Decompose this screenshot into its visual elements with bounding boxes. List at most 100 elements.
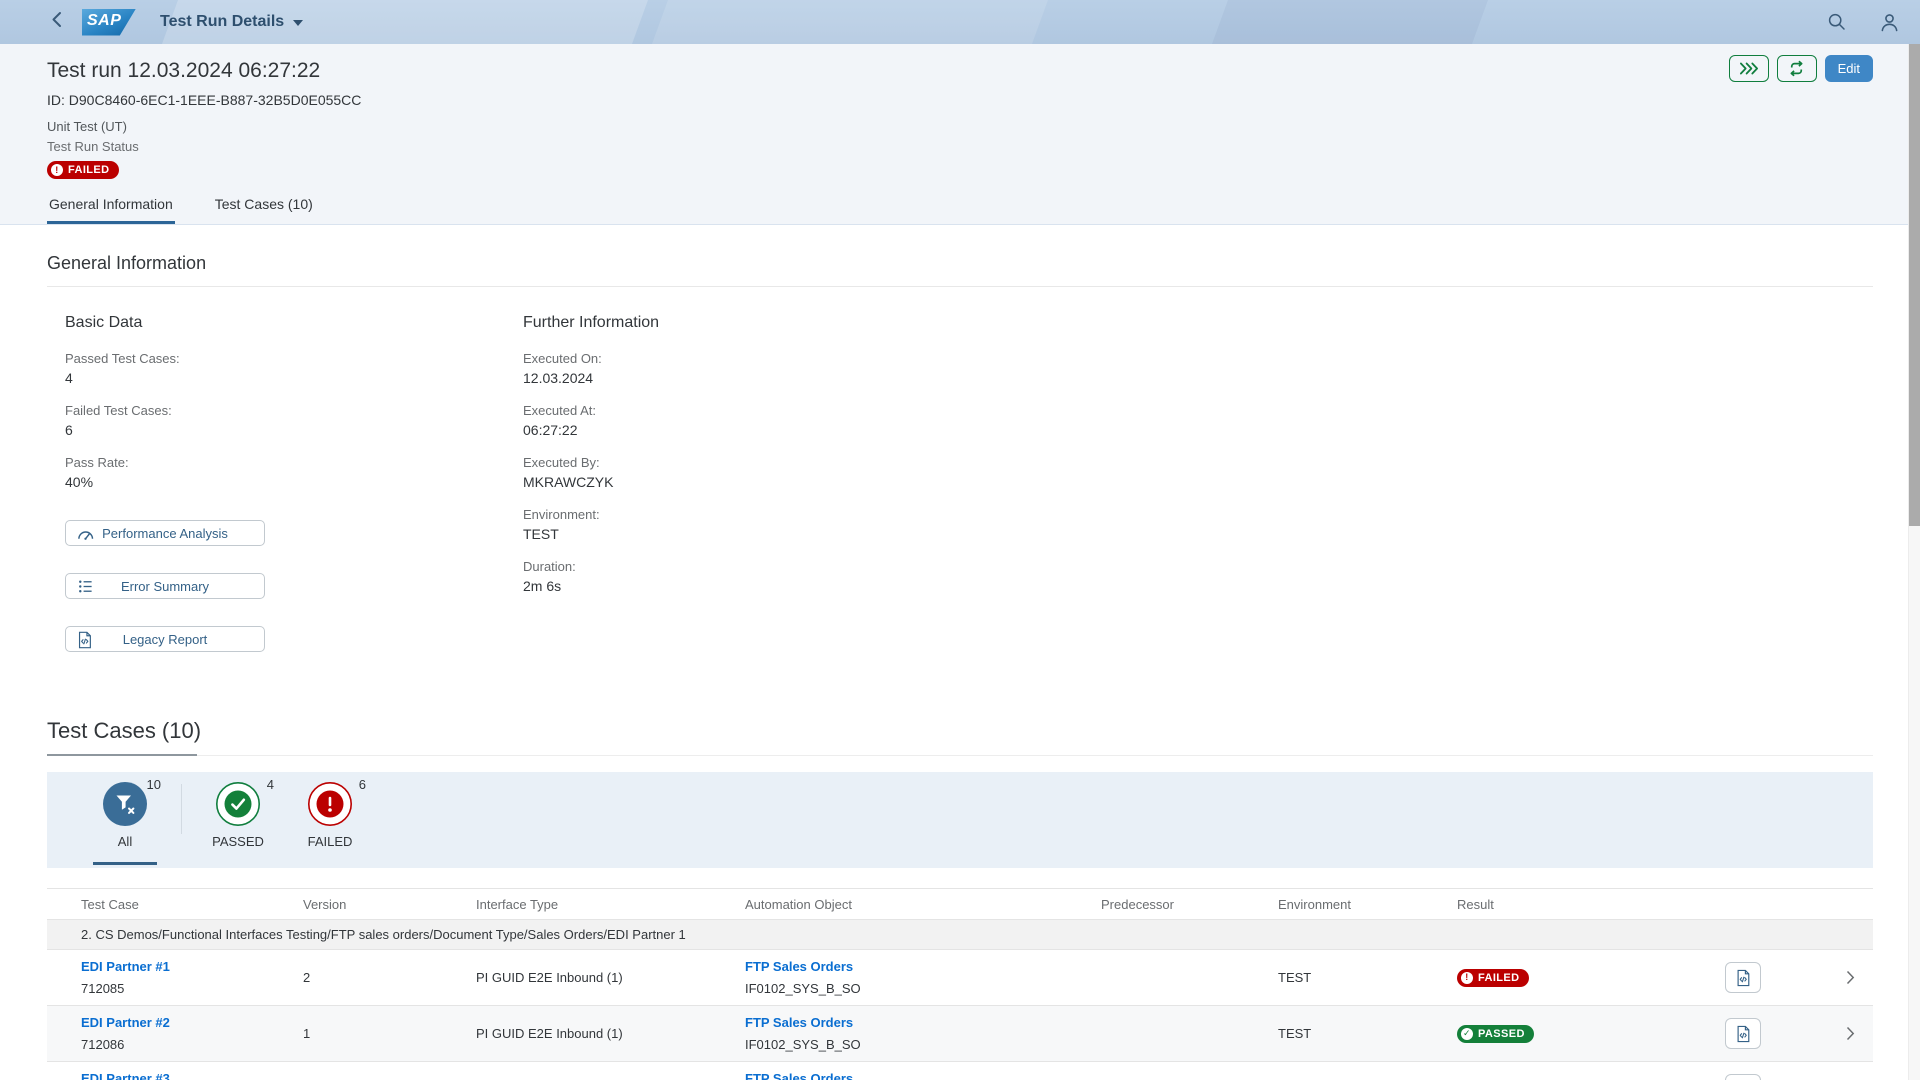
performance-analysis-button[interactable]: Performance Analysis xyxy=(65,520,265,546)
environment-cell: TEST xyxy=(1278,1026,1457,1041)
filter-label: FAILED xyxy=(284,834,376,849)
automation-object-link[interactable]: FTP Sales Orders xyxy=(745,959,1101,974)
back-chevron-icon xyxy=(49,11,64,33)
field-value: 4 xyxy=(65,369,523,388)
section-divider xyxy=(47,755,1873,756)
legacy-report-row-button[interactable] xyxy=(1725,962,1761,993)
section-title-general-information: General Information xyxy=(47,252,1873,274)
error-icon: ! xyxy=(51,164,63,176)
run-all-button[interactable] xyxy=(1729,55,1769,82)
field-label: Environment: xyxy=(523,506,1873,523)
environment-cell: TEST xyxy=(1278,970,1457,985)
subsection-further-information: Further Information xyxy=(523,313,1873,333)
app-title: Test Run Details xyxy=(160,13,284,31)
column-header: Test Case xyxy=(81,897,303,912)
field-label: Passed Test Cases: xyxy=(65,350,523,367)
test-run-type: Unit Test (UT) xyxy=(47,118,1873,135)
result-badge-text: FAILED xyxy=(1478,972,1520,984)
column-header: Version xyxy=(303,897,476,912)
icon-tab-filter-bar: 10 All 4 PASSED 6 xyxy=(47,772,1873,868)
table-row[interactable]: EDI Partner #1 712085 2 PI GUID E2E Inbo… xyxy=(47,950,1873,1006)
result-badge: ✓ PASSED xyxy=(1457,1025,1534,1043)
version-cell: 2 xyxy=(303,970,476,985)
bulleted-list-icon xyxy=(76,578,94,600)
interface-type-cell: PI GUID E2E Inbound (1) xyxy=(476,1026,745,1041)
document-code-icon xyxy=(76,631,93,654)
chevron-down-icon xyxy=(293,20,303,26)
row-navigation-button[interactable] xyxy=(1838,1022,1862,1046)
field-value: 12.03.2024 xyxy=(523,369,1873,388)
test-case-link[interactable]: EDI Partner #2 xyxy=(81,1015,303,1030)
document-code-icon xyxy=(1735,1025,1751,1043)
table-group-header: 2. CS Demos/Functional Interfaces Testin… xyxy=(47,920,1873,950)
user-button[interactable] xyxy=(1876,9,1902,35)
status-badge: ! FAILED xyxy=(47,161,119,179)
table-row[interactable]: EDI Partner #3 712087 1 PI GUID E2E Inbo… xyxy=(47,1062,1873,1080)
field-label: Executed By: xyxy=(523,454,1873,471)
search-icon xyxy=(1827,12,1847,32)
filter-failed[interactable]: 6 FAILED xyxy=(284,772,376,868)
row-navigation-button[interactable] xyxy=(1838,966,1862,990)
sap-logo: SAP xyxy=(82,9,136,36)
button-label: Error Summary xyxy=(121,579,209,594)
field-value: 06:27:22 xyxy=(523,421,1873,440)
column-header: Result xyxy=(1457,897,1725,912)
status-label: Test Run Status xyxy=(47,138,1873,155)
result-badge: ! FAILED xyxy=(1457,969,1529,987)
scrollbar-thumb[interactable] xyxy=(1909,44,1920,526)
document-code-icon xyxy=(1735,969,1751,987)
automation-object-id: IF0102_SYS_B_SO xyxy=(745,981,1101,996)
check-icon: ✓ xyxy=(1461,1028,1473,1040)
table-row[interactable]: EDI Partner #2 712086 1 PI GUID E2E Inbo… xyxy=(47,1006,1873,1062)
refresh-button[interactable] xyxy=(1777,55,1817,82)
back-button[interactable] xyxy=(36,0,76,44)
filter-count: 10 xyxy=(147,777,161,792)
filter-label: All xyxy=(79,834,171,849)
chevron-right-icon xyxy=(1846,1026,1855,1041)
automation-object-id: IF0102_SYS_B_SO xyxy=(745,1037,1101,1052)
field-value: TEST xyxy=(523,525,1873,544)
column-header: Predecessor xyxy=(1101,897,1278,912)
user-icon xyxy=(1879,12,1900,33)
button-label: Performance Analysis xyxy=(102,526,228,541)
legacy-report-row-button[interactable] xyxy=(1725,1018,1761,1049)
legacy-report-row-button[interactable] xyxy=(1725,1074,1761,1080)
automation-object-link[interactable]: FTP Sales Orders xyxy=(745,1071,1101,1080)
error-icon: ! xyxy=(1461,972,1473,984)
field-label: Executed At: xyxy=(523,402,1873,419)
filter-funnel-icon xyxy=(102,781,148,827)
column-header: Automation Object xyxy=(745,897,1101,912)
app-title-menu[interactable]: Test Run Details xyxy=(160,13,303,31)
page-header: Test run 12.03.2024 06:27:22 ID: D90C846… xyxy=(0,44,1908,225)
test-case-link[interactable]: EDI Partner #1 xyxy=(81,959,303,974)
field-label: Pass Rate: xyxy=(65,454,523,471)
chevron-right-icon xyxy=(1846,970,1855,985)
error-summary-button[interactable]: Error Summary xyxy=(65,573,265,599)
page-title: Test run 12.03.2024 06:27:22 xyxy=(47,58,1873,84)
table-header-row: Test Case Version Interface Type Automat… xyxy=(47,888,1873,920)
filter-label: PASSED xyxy=(192,834,284,849)
vertical-scrollbar[interactable] xyxy=(1908,44,1920,1080)
legacy-report-button[interactable]: Legacy Report xyxy=(65,626,265,652)
automation-object-link[interactable]: FTP Sales Orders xyxy=(745,1015,1101,1030)
field-label: Duration: xyxy=(523,558,1873,575)
test-case-id: 712086 xyxy=(81,1037,303,1052)
test-run-id: ID: D90C8460-6EC1-1EEE-B887-32B5D0E055CC xyxy=(47,91,1873,110)
performance-gauge-icon xyxy=(76,525,95,547)
filter-all[interactable]: 10 All xyxy=(79,772,171,868)
edit-button[interactable]: Edit xyxy=(1825,55,1873,82)
field-value: MKRAWCZYK xyxy=(523,473,1873,492)
test-case-link[interactable]: EDI Partner #3 xyxy=(81,1071,303,1080)
interface-type-cell: PI GUID E2E Inbound (1) xyxy=(476,970,745,985)
header-deco-shape xyxy=(648,0,1051,44)
test-case-id: 712085 xyxy=(81,981,303,996)
subsection-basic-data: Basic Data xyxy=(65,313,523,333)
result-badge-text: PASSED xyxy=(1478,1028,1525,1040)
search-button[interactable] xyxy=(1824,9,1850,35)
header-deco-shape xyxy=(1208,0,1491,44)
field-value: 2m 6s xyxy=(523,577,1873,596)
column-header: Environment xyxy=(1278,897,1457,912)
page-content: General Information Basic Data Passed Te… xyxy=(0,219,1908,1080)
field-label: Failed Test Cases: xyxy=(65,402,523,419)
filter-passed[interactable]: 4 PASSED xyxy=(192,772,284,868)
